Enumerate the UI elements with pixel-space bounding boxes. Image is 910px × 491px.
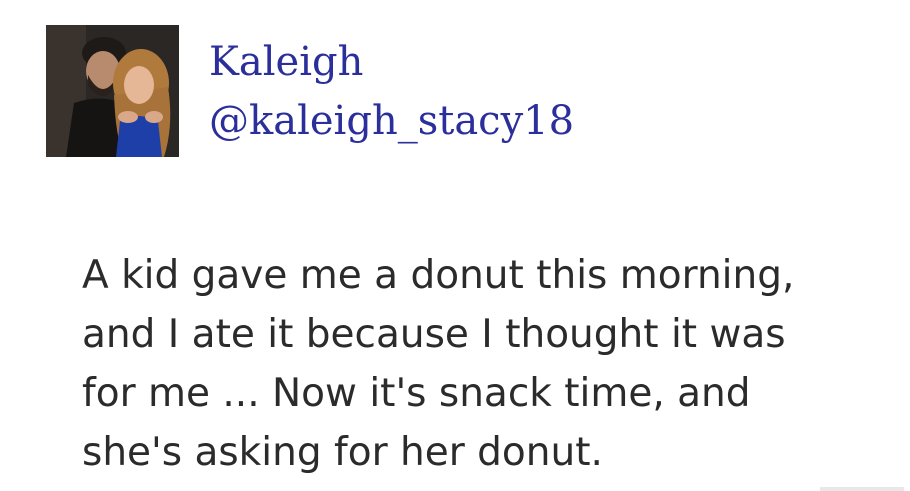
tweet-card: Kaleigh @kaleigh_stacy18 A kid gave me a… — [0, 0, 910, 491]
tweet-line: and I ate it because I thought it was — [82, 312, 786, 357]
avatar-photo-icon — [46, 25, 179, 157]
avatar[interactable] — [46, 25, 179, 157]
card-edge-divider — [820, 487, 904, 491]
tweet-line: she's asking for her donut. — [82, 430, 603, 475]
display-name[interactable]: Kaleigh — [209, 38, 363, 86]
tweet-line: for me ... Now it's snack time, and — [82, 371, 751, 416]
tweet-text: A kid gave me a donut this morning, and … — [82, 246, 882, 482]
user-handle[interactable]: @kaleigh_stacy18 — [209, 97, 574, 145]
tweet-line: A kid gave me a donut this morning, — [82, 253, 795, 298]
